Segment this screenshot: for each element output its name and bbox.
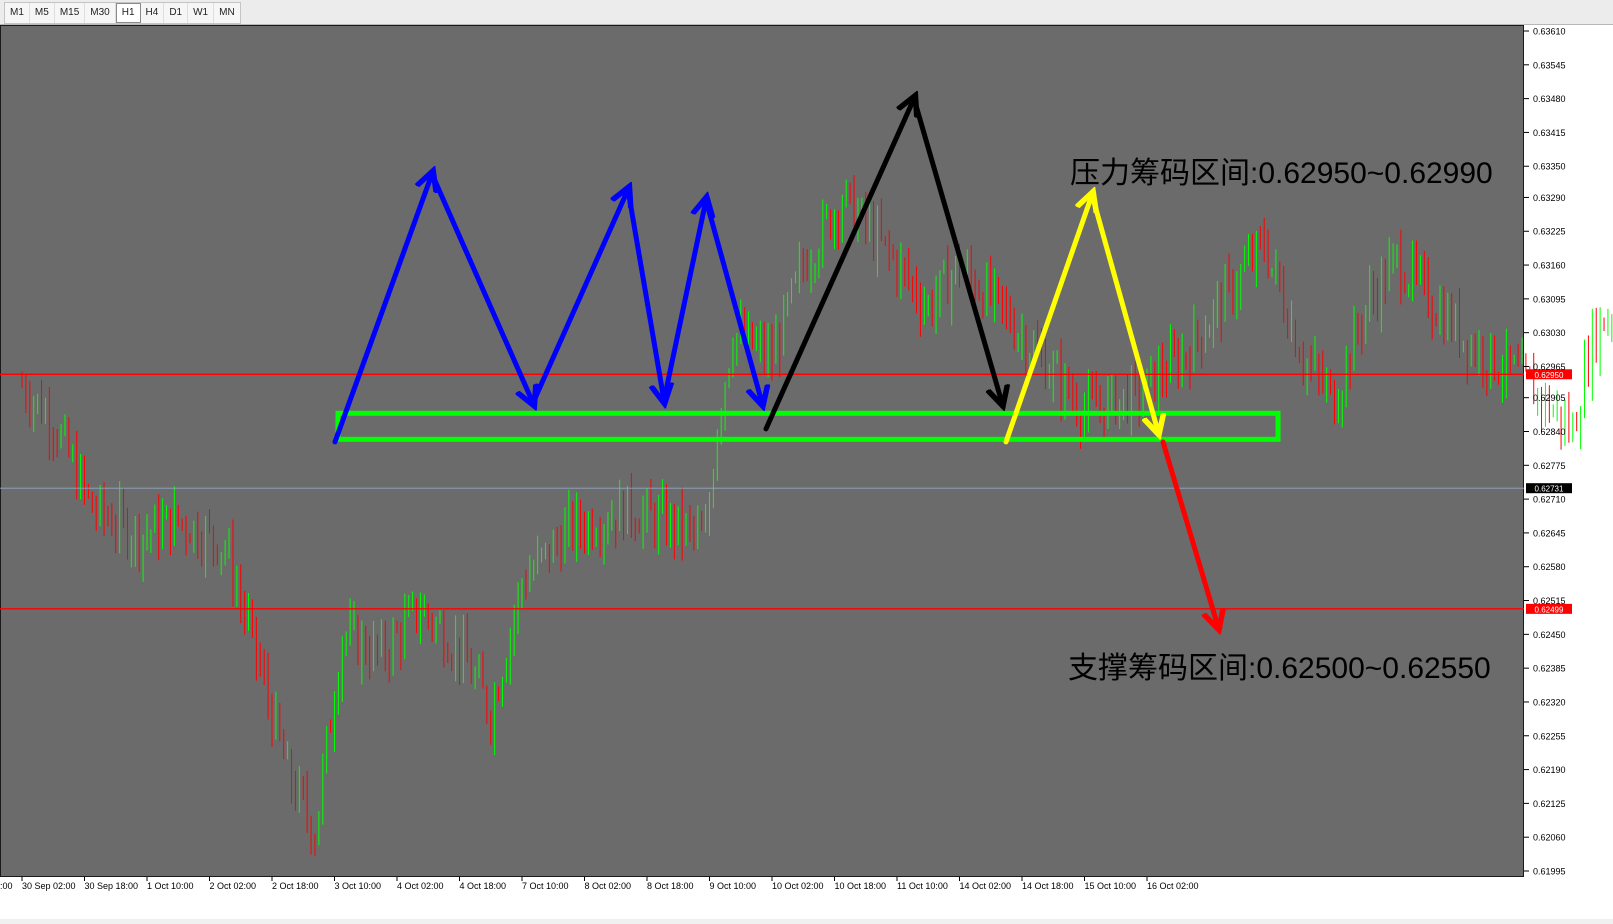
y-tick-label: 0.63545 <box>1533 60 1566 70</box>
x-tick-label: 4 Oct 18:00 <box>460 881 507 891</box>
x-tick-label: 8 Oct 02:00 <box>585 881 632 891</box>
horizontal-lines-layer: 0.62950 0.62499 0.62731 <box>0 369 1572 614</box>
trend-arrow-0-4 <box>661 200 706 403</box>
x-tick-label: 2 Oct 02:00 <box>210 881 257 891</box>
timeframe-button-w1[interactable]: W1 <box>188 3 215 23</box>
timeframe-button-d1[interactable]: D1 <box>164 3 189 23</box>
y-tick-label: 0.63610 <box>1533 27 1566 37</box>
current-price-tag-text: 0.62731 <box>1535 485 1564 494</box>
y-tick-label: 0.62965 <box>1533 362 1566 372</box>
price-line-tag-text-1: 0.62499 <box>1535 605 1564 614</box>
x-tick-label: 3 Oct 10:00 <box>335 881 382 891</box>
y-tick-label: 0.63030 <box>1533 328 1566 338</box>
y-tick-label: 0.62905 <box>1533 393 1566 403</box>
x-tick-label: 9 Oct 10:00 <box>710 881 757 891</box>
y-tick-label: 0.62060 <box>1533 833 1566 843</box>
x-tick-label: 16 Oct 02:00 <box>1147 881 1199 891</box>
x-tick-label: 7 Oct 10:00 <box>522 881 569 891</box>
trend-arrow-0-5 <box>703 197 762 403</box>
timeframe-button-mn[interactable]: MN <box>214 3 240 23</box>
y-tick-label: 0.62710 <box>1533 495 1566 505</box>
x-tick-label: 10 Oct 18:00 <box>835 881 887 891</box>
y-tick-label: 0.63095 <box>1533 294 1566 304</box>
y-tick-label: 0.62320 <box>1533 697 1566 707</box>
y-tick-label: 0.62255 <box>1533 731 1566 741</box>
support-zone-box <box>335 410 1281 442</box>
y-tick-label: 0.63350 <box>1533 162 1566 172</box>
y-tick-label: 0.63480 <box>1533 94 1566 104</box>
price-axis-panel <box>1524 25 1613 919</box>
timeframe-button-m1[interactable]: M1 <box>5 3 30 23</box>
y-tick-label: 0.63290 <box>1533 193 1566 203</box>
timeframe-button-h4[interactable]: H4 <box>141 3 165 23</box>
y-tick-label: 0.62450 <box>1533 630 1566 640</box>
trend-arrow-0-3 <box>625 187 664 401</box>
y-tick-label: 0.63415 <box>1533 128 1566 138</box>
y-tick-label: 0.63160 <box>1533 261 1566 271</box>
candles-layer <box>21 175 1613 856</box>
y-tick-label: 0.62385 <box>1533 664 1566 674</box>
y-tick-label: 0.62775 <box>1533 461 1566 471</box>
trend-arrow-1-0 <box>763 99 914 432</box>
x-tick-label: 14 Oct 18:00 <box>1022 881 1074 891</box>
x-tick-label: 1 Oct 10:00 <box>147 881 194 891</box>
y-tick-label: 0.63225 <box>1533 227 1566 237</box>
support-box-layer <box>335 410 1281 442</box>
timeframe-button-m30[interactable]: M30 <box>85 3 116 23</box>
x-tick-label-partial: :00 <box>0 881 13 891</box>
trend-arrow-1-1 <box>911 96 1002 403</box>
y-tick-label: 0.62515 <box>1533 596 1566 606</box>
x-tick-label: 30 Sep 18:00 <box>85 881 139 891</box>
timeframe-button-m15[interactable]: M15 <box>55 3 86 23</box>
y-tick-label: 0.62580 <box>1533 562 1566 572</box>
y-tick-label: 0.61995 <box>1533 867 1566 877</box>
price-chart[interactable]: 0.62950 0.62499 0.62731 0.63610 0.63545 0.63… <box>0 25 1613 919</box>
zone-annotation-0: 压力筹码区间:0.62950~0.62990 <box>1070 157 1493 190</box>
zone-annotation-1: 支撑筹码区间:0.62500~0.62550 <box>1068 652 1491 685</box>
candlestick-chart-svg[interactable]: 0.62950 0.62499 0.62731 0.63610 0.63545 0.63… <box>0 25 1613 919</box>
price-line-tag-text-0: 0.62950 <box>1535 371 1564 380</box>
plot-frame <box>0 25 1524 877</box>
trend-arrow-2-1 <box>1089 192 1158 432</box>
timeframe-button-h1[interactable]: H1 <box>115 3 141 23</box>
y-tick-label: 0.62125 <box>1533 799 1566 809</box>
x-tick-label: 4 Oct 02:00 <box>397 881 444 891</box>
x-tick-label: 11 Oct 10:00 <box>897 881 948 891</box>
trend-arrow-2-0 <box>1003 195 1092 445</box>
x-tick-label: 14 Oct 02:00 <box>960 881 1012 891</box>
trend-arrow-3-0 <box>1160 439 1218 627</box>
timeframe-toolbar: M1 M5 M15 M30 H1 H4 D1 W1 MN <box>0 0 1613 25</box>
y-tick-label: 0.62645 <box>1533 528 1566 538</box>
trend-arrow-0-1 <box>429 171 533 403</box>
y-tick-label: 0.62840 <box>1533 427 1566 437</box>
x-tick-label: 10 Oct 02:00 <box>772 881 824 891</box>
trend-arrow-0-0 <box>332 174 432 445</box>
trend-arrow-0-2 <box>530 190 628 406</box>
timeframe-button-group: M1 M5 M15 M30 H1 H4 D1 W1 MN <box>4 2 241 24</box>
x-tick-label: 2 Oct 18:00 <box>272 881 319 891</box>
timeframe-button-m5[interactable]: M5 <box>30 3 55 23</box>
x-tick-label: 8 Oct 18:00 <box>647 881 694 891</box>
x-tick-label: 30 Sep 02:00 <box>22 881 76 891</box>
x-tick-label: 15 Oct 10:00 <box>1085 881 1137 891</box>
y-tick-label: 0.62190 <box>1533 765 1566 775</box>
